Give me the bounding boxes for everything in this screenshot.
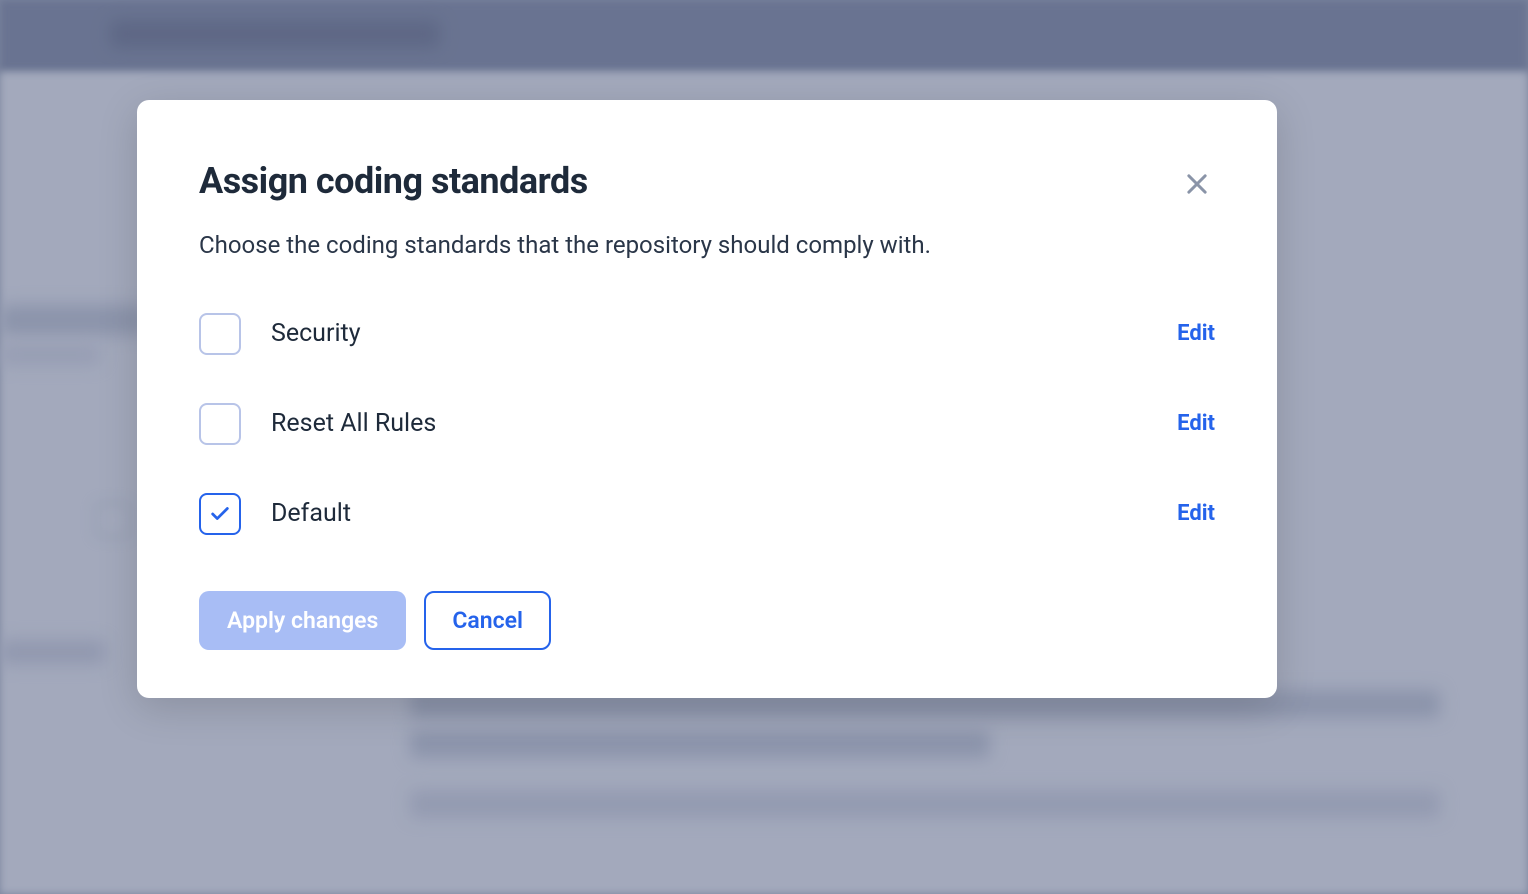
edit-link-reset-all-rules[interactable]: Edit bbox=[1177, 411, 1215, 436]
close-button[interactable] bbox=[1179, 166, 1215, 205]
standard-label: Reset All Rules bbox=[271, 409, 436, 438]
check-icon bbox=[209, 503, 231, 525]
modal-description: Choose the coding standards that the rep… bbox=[199, 229, 1215, 263]
cancel-button[interactable]: Cancel bbox=[424, 591, 551, 650]
assign-coding-standards-modal: Assign coding standards Choose the codin… bbox=[137, 100, 1277, 698]
modal-header: Assign coding standards bbox=[199, 160, 1215, 205]
checkbox-default[interactable] bbox=[199, 493, 241, 535]
checkbox-security[interactable] bbox=[199, 313, 241, 355]
apply-changes-button[interactable]: Apply changes bbox=[199, 591, 406, 650]
modal-actions: Apply changes Cancel bbox=[199, 591, 1215, 650]
standard-left: Reset All Rules bbox=[199, 403, 436, 445]
standard-item-reset-all-rules: Reset All Rules Edit bbox=[199, 403, 1215, 445]
checkbox-reset-all-rules[interactable] bbox=[199, 403, 241, 445]
standard-left: Security bbox=[199, 313, 361, 355]
standard-label: Security bbox=[271, 319, 361, 348]
edit-link-security[interactable]: Edit bbox=[1177, 321, 1215, 346]
standards-list: Security Edit Reset All Rules Edit bbox=[199, 313, 1215, 535]
edit-link-default[interactable]: Edit bbox=[1177, 501, 1215, 526]
standard-label: Default bbox=[271, 499, 351, 528]
standard-item-security: Security Edit bbox=[199, 313, 1215, 355]
close-icon bbox=[1183, 170, 1211, 201]
standard-item-default: Default Edit bbox=[199, 493, 1215, 535]
standard-left: Default bbox=[199, 493, 351, 535]
modal-title: Assign coding standards bbox=[199, 160, 588, 202]
